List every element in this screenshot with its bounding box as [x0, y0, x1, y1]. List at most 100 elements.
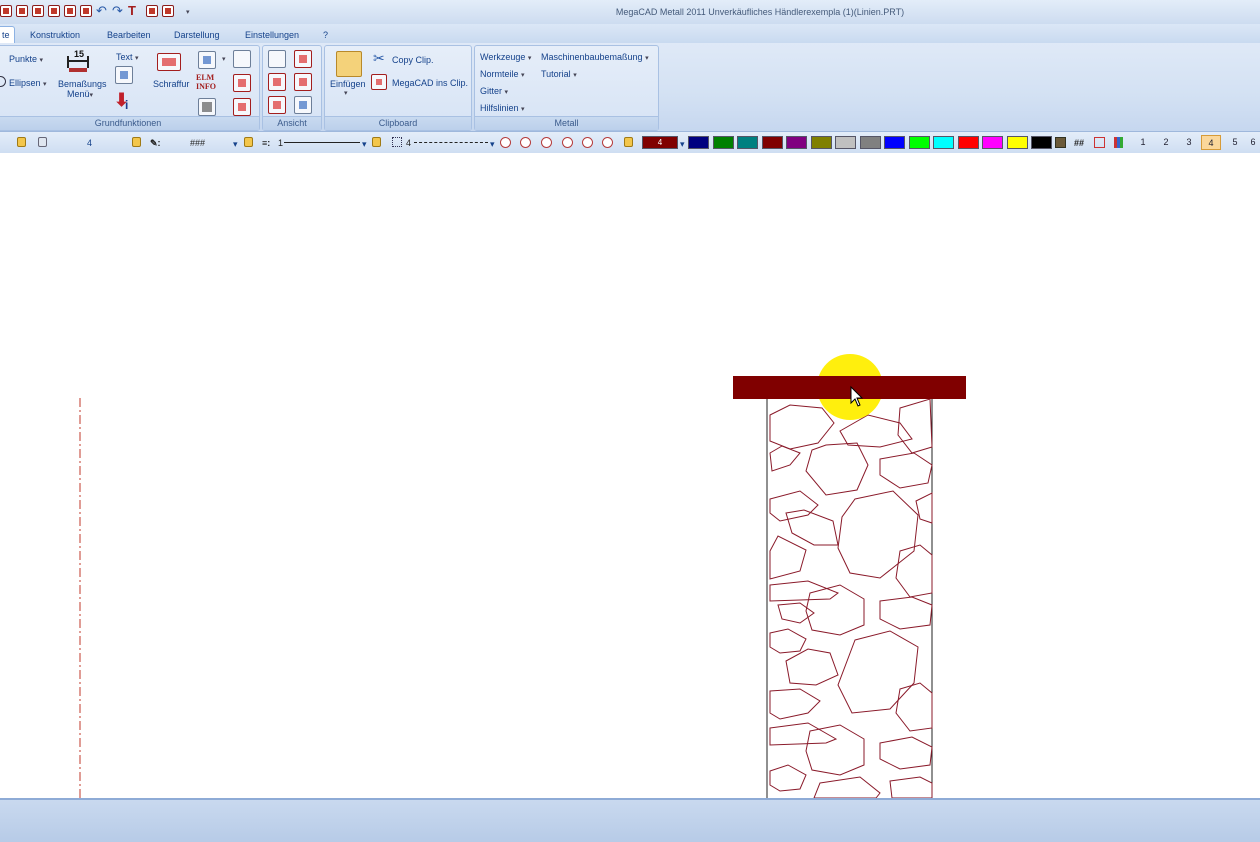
bemassung-menu-label[interactable]: Menü▾ [67, 89, 93, 99]
line-width-lock-icon[interactable] [372, 137, 381, 147]
redo-icon[interactable]: ↷ [112, 3, 123, 19]
tab-bearbeiten[interactable]: Bearbeiten [103, 27, 155, 43]
color-swatch[interactable] [1006, 136, 1028, 149]
open-file-icon[interactable] [16, 5, 28, 17]
pattern-value[interactable]: ### [190, 138, 205, 148]
hilfslinien-menu[interactable]: Hilfslinien ▾ [480, 103, 525, 113]
layer-3-button[interactable]: 3 [1179, 135, 1199, 150]
magic-wand-icon[interactable] [198, 51, 216, 69]
image-icon[interactable] [1055, 137, 1066, 148]
pattern-dropdown[interactable]: ▾ [233, 139, 238, 150]
tab-help[interactable]: ? [319, 27, 332, 43]
tab-einstellungen[interactable]: Einstellungen [241, 27, 303, 43]
document-icon[interactable] [146, 5, 158, 17]
layer-6-button[interactable]: 6 [1246, 135, 1260, 150]
color-swatch[interactable] [835, 136, 856, 149]
megacad-clip-button[interactable]: MegaCAD ins Clip. [392, 78, 468, 88]
pattern-lock-icon[interactable] [244, 137, 253, 147]
zoom-in-icon[interactable] [520, 137, 531, 148]
color-swatch[interactable] [712, 136, 734, 149]
einfuegen-dropdown[interactable]: ▾ [344, 89, 348, 97]
zoom-window-icon[interactable] [541, 137, 552, 148]
normteile-menu[interactable]: Normteile ▾ [480, 69, 525, 79]
layout-icon[interactable] [233, 74, 251, 92]
color-swatch[interactable] [1031, 136, 1052, 149]
layer-5-button[interactable]: 5 [1225, 135, 1245, 150]
text-style-icon[interactable] [115, 66, 133, 84]
dimension-icon[interactable]: 15 [65, 49, 93, 74]
text-button[interactable]: Text ▾ [116, 52, 139, 62]
new-file-icon[interactable] [0, 5, 12, 17]
layer-2-button[interactable]: 2 [1156, 135, 1176, 150]
pan-icon[interactable] [602, 137, 613, 148]
page-six-icon[interactable] [233, 98, 251, 116]
color-swatch[interactable] [688, 136, 709, 149]
color-swatch[interactable] [884, 136, 905, 149]
color-swatch[interactable] [908, 136, 930, 149]
tab-darstellung[interactable]: Darstellung [170, 27, 224, 43]
tab-start[interactable]: te [0, 26, 15, 43]
line-type-value[interactable]: 4 [406, 138, 411, 148]
color-swatch[interactable] [737, 136, 758, 149]
layer-colors-icon[interactable] [1114, 137, 1123, 148]
view-iso-icon[interactable] [294, 73, 312, 91]
paste-icon[interactable] [336, 51, 362, 77]
customize-qat-icon[interactable]: ▾ [186, 8, 190, 16]
layer-value[interactable]: 4 [87, 138, 92, 148]
color-swatch[interactable] [982, 136, 1003, 149]
maschinenbau-menu[interactable]: Maschinenbaubemaßung ▾ [541, 52, 649, 62]
color-swatch[interactable] [761, 136, 783, 149]
zoom-previous-icon[interactable] [582, 137, 593, 148]
color-swatch[interactable] [786, 136, 807, 149]
ellipsen-button[interactable]: Ellipsen ▾ [9, 78, 47, 88]
color-swatch[interactable] [859, 136, 881, 149]
megacad-clip-icon[interactable] [371, 74, 387, 90]
calculator-icon[interactable] [162, 5, 174, 17]
zoom-out-icon[interactable] [500, 137, 511, 148]
info-icon[interactable]: T [128, 3, 136, 18]
tutorial-menu[interactable]: Tutorial ▾ [541, 69, 577, 79]
color-dropdown[interactable]: ▾ [680, 139, 685, 150]
line-type-dropdown[interactable]: ▾ [490, 139, 495, 150]
werkzeuge-menu[interactable]: Werkzeuge ▾ [480, 52, 531, 62]
tab-konstruktion[interactable]: Konstruktion [26, 27, 84, 43]
elm-tool-icon[interactable] [198, 98, 216, 116]
zoom-all-icon[interactable] [562, 137, 573, 148]
view-rotate-icon[interactable] [268, 96, 286, 114]
bemassung-label[interactable]: Bemaßungs [58, 79, 107, 89]
color-swatch[interactable] [933, 136, 954, 149]
view-side-icon[interactable] [268, 73, 286, 91]
color-swatch[interactable] [810, 136, 832, 149]
color-swatch[interactable] [957, 136, 979, 149]
scissors-icon[interactable]: ✂ [373, 50, 385, 67]
layer-4-button[interactable]: 4 [1201, 135, 1221, 150]
undo-icon[interactable]: ↶ [96, 3, 107, 19]
save-icon[interactable] [32, 5, 44, 17]
gitter-menu[interactable]: Gitter ▾ [480, 86, 508, 96]
layer-lock-icon[interactable] [132, 137, 141, 147]
grid-frame-icon[interactable] [233, 50, 251, 68]
save-as-icon[interactable] [48, 5, 60, 17]
drawing-canvas[interactable] [0, 153, 1260, 798]
hatch-icon[interactable] [157, 53, 181, 71]
view-zoom-icon[interactable] [294, 96, 312, 114]
tools-icon[interactable] [80, 5, 92, 17]
punkte-button[interactable]: Punkte ▾ [9, 54, 43, 64]
pen-icon[interactable]: ✎: [150, 138, 161, 149]
line-width-value[interactable]: 1 [278, 138, 283, 148]
layer-1-button[interactable]: 1 [1133, 135, 1153, 150]
magic-wand-dropdown[interactable]: ▾ [222, 55, 226, 63]
layer-grid-icon[interactable] [1094, 137, 1105, 148]
schraffur-button[interactable]: Schraffur [153, 79, 189, 89]
view-front-icon[interactable] [268, 50, 286, 68]
zoom-lock-icon[interactable] [624, 137, 633, 147]
beam-rectangle[interactable] [733, 376, 966, 399]
line-width-dropdown[interactable]: ▾ [362, 139, 367, 150]
print-icon[interactable] [64, 5, 76, 17]
current-color-swatch[interactable]: 4 [642, 136, 678, 149]
view-top-icon[interactable] [294, 50, 312, 68]
lock-icon[interactable] [17, 137, 26, 147]
hash-button[interactable]: ## [1074, 138, 1084, 148]
copy-clip-button[interactable]: Copy Clip. [392, 55, 434, 65]
layer-settings-icon[interactable] [38, 137, 47, 147]
